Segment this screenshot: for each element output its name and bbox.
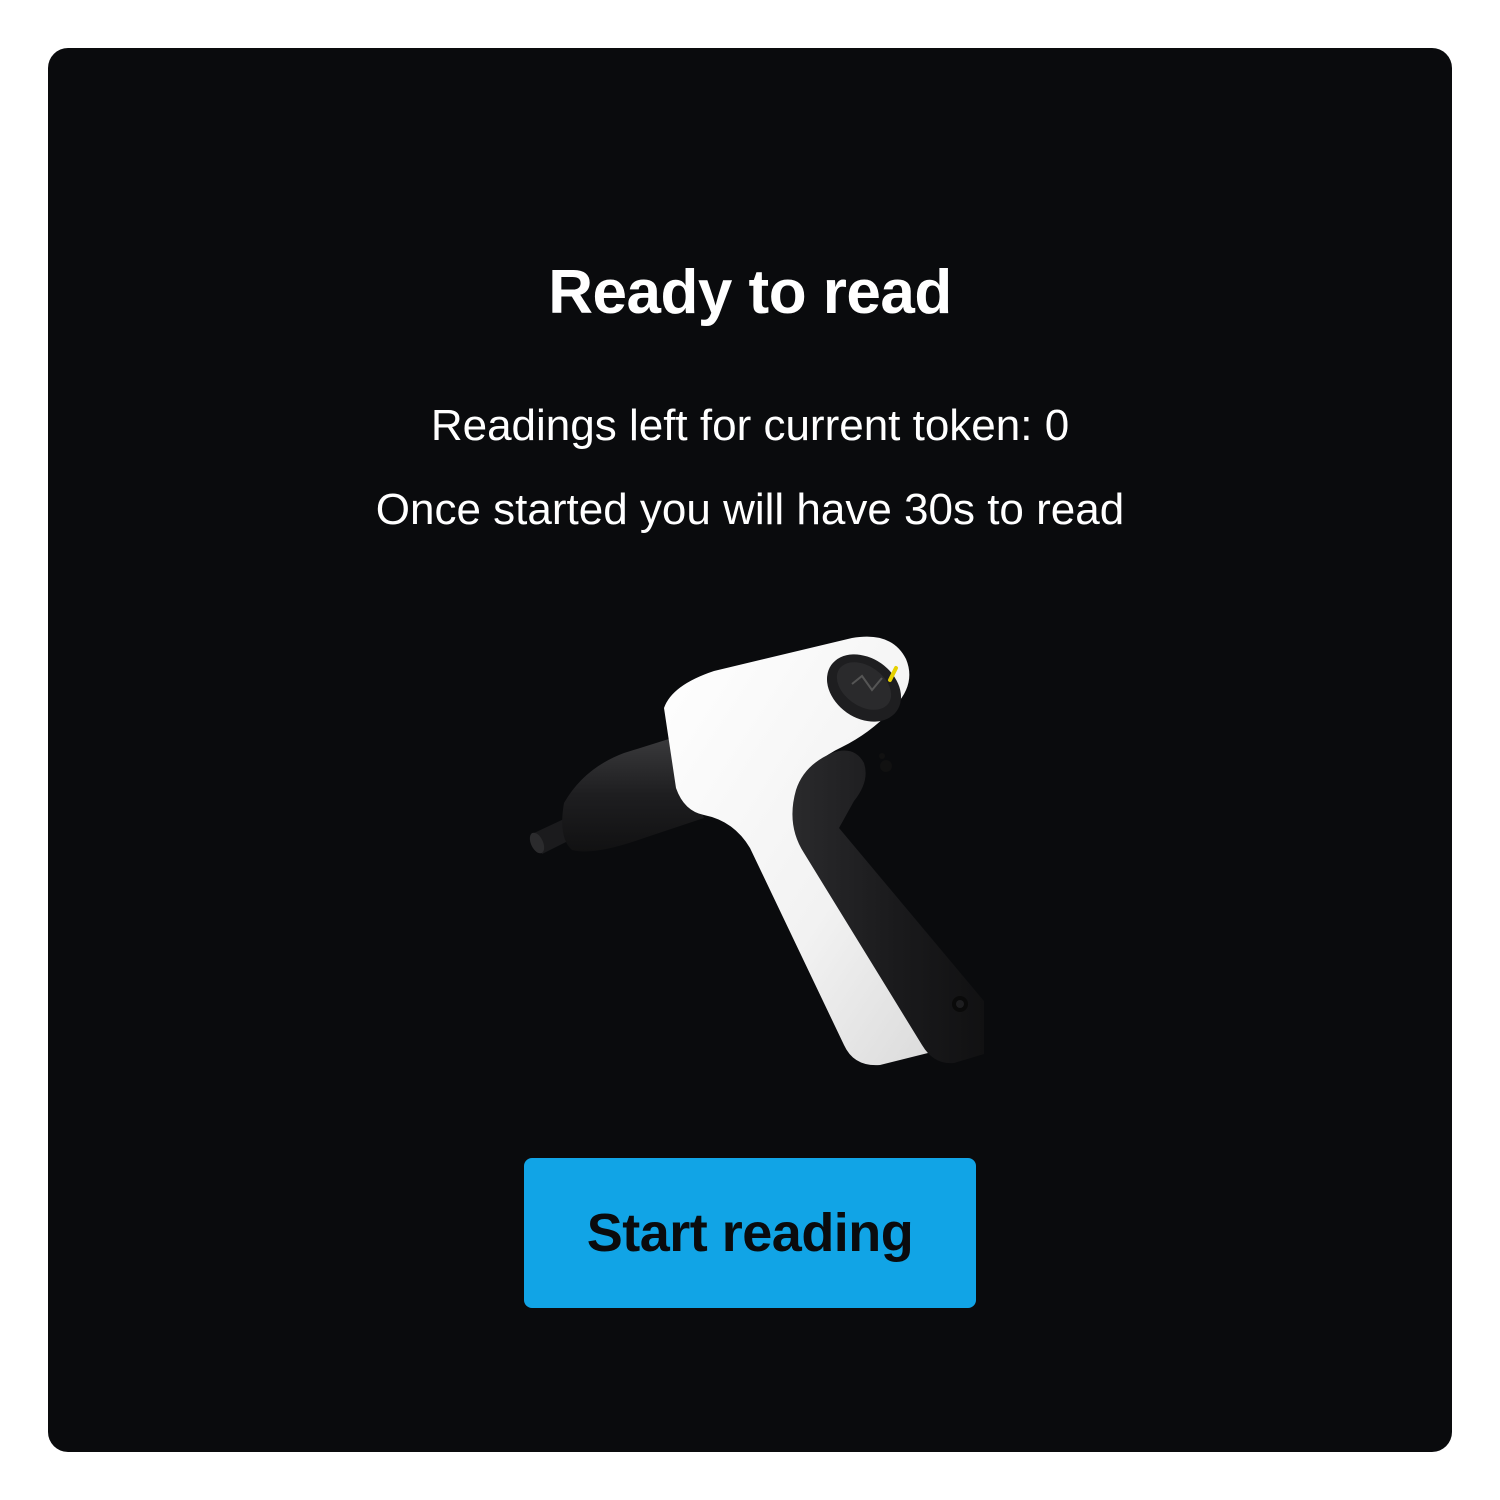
start-reading-button[interactable]: Start reading <box>524 1158 976 1308</box>
reader-device-illustration <box>529 636 984 1066</box>
readings-left-text: Readings left for current token: 0 <box>430 401 1070 450</box>
side-hole <box>880 760 892 772</box>
page-title: Ready to read <box>548 258 952 327</box>
reading-card: Ready to read Readings left for current … <box>48 48 1452 1452</box>
time-limit-text: Once started you will have 30s to read <box>375 485 1125 534</box>
